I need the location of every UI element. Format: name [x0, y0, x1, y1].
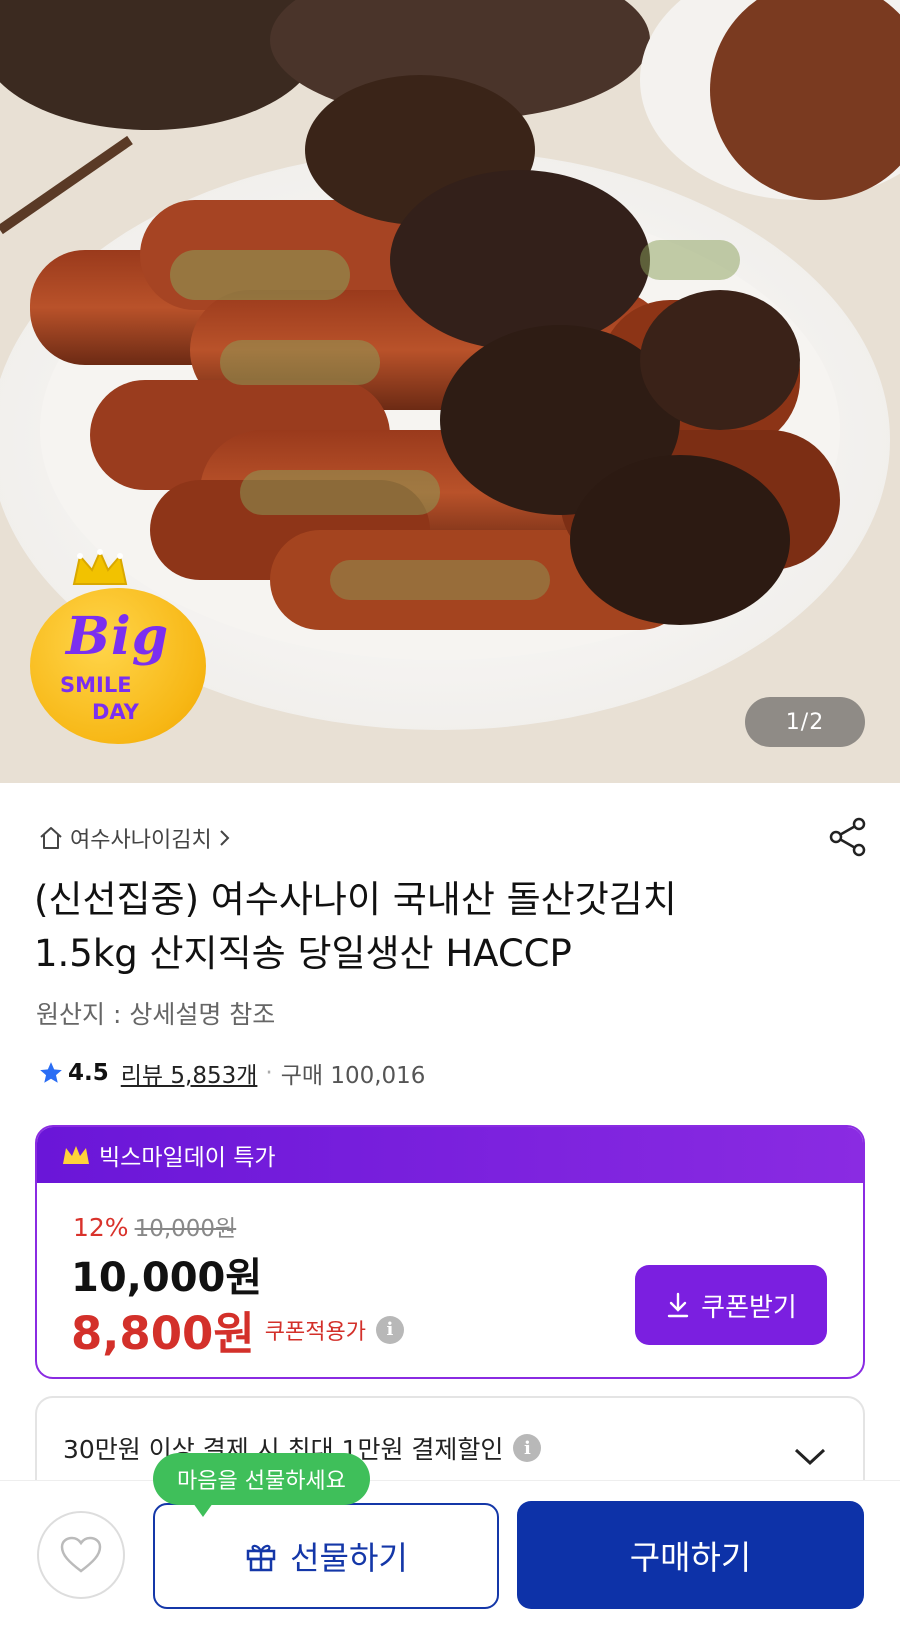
coupon-price-label: 쿠폰적용가: [264, 1319, 366, 1345]
coupon-price-row: 8,800원 쿠폰적용가 i: [71, 1297, 404, 1362]
original-price: 10,000원: [134, 1216, 237, 1242]
buy-button[interactable]: 구매하기: [517, 1501, 864, 1609]
chevron-right-icon: [219, 830, 230, 846]
product-origin: 원산지 : 상세설명 참조: [36, 1000, 276, 1029]
product-image[interactable]: Big SMILE DAY 1/2: [0, 0, 900, 783]
gift-button[interactable]: 선물하기: [153, 1503, 499, 1609]
store-name: 여수사나이김치: [70, 828, 212, 853]
gift-tooltip: 마음을 선물하세요: [153, 1453, 370, 1517]
star-icon: [40, 1062, 62, 1083]
info-icon[interactable]: i: [375, 1315, 404, 1344]
image-counter: 1/2: [745, 697, 865, 747]
deal-header: 빅스마일데이 특가: [37, 1127, 863, 1183]
big-smile-day-badge: Big SMILE DAY: [30, 548, 208, 748]
tooltip-tail: [193, 1503, 213, 1517]
crown-icon: [63, 1146, 89, 1164]
reviews-link[interactable]: 리뷰 5,853개: [121, 1056, 258, 1090]
get-coupon-button[interactable]: 쿠폰받기: [635, 1265, 827, 1345]
separator-dot: ·: [265, 1060, 273, 1086]
bottom-action-bar: 선물하기 구매하기: [0, 1480, 900, 1625]
badge-big-text: Big: [66, 606, 170, 667]
deal-header-label: 빅스마일데이 특가: [99, 1145, 276, 1171]
sale-price: 10,000원: [71, 1255, 263, 1301]
rating-score: 4.5: [68, 1060, 109, 1086]
share-icon: [829, 817, 866, 857]
home-icon: [40, 827, 62, 849]
info-icon[interactable]: i: [513, 1434, 542, 1462]
gift-button-label: 선물하기: [290, 1540, 408, 1576]
deal-box: 빅스마일데이 특가 12% 10,000원 10,000원 8,800원 쿠폰적…: [35, 1125, 865, 1379]
gift-tooltip-text: 마음을 선물하세요: [177, 1469, 346, 1494]
download-icon: [667, 1292, 689, 1318]
wishlist-button[interactable]: [37, 1511, 125, 1599]
discount-row: 12% 10,000원: [73, 1209, 236, 1243]
badge-smile-text: SMILE: [60, 673, 132, 697]
rating-row: 4.5 리뷰 5,853개 · 구매 100,016: [38, 1056, 425, 1090]
share-button[interactable]: [826, 815, 870, 863]
gift-icon: [246, 1544, 276, 1572]
product-title: (신선집중) 여수사나이 국내산 돌산갓김치 1.5kg 산지직송 당일생산 H…: [34, 873, 834, 981]
store-link[interactable]: 여수사나이김치: [38, 822, 232, 854]
get-coupon-label: 쿠폰받기: [701, 1291, 797, 1322]
badge-day-text: DAY: [92, 700, 139, 724]
product-title-line1: (신선집중) 여수사나이 국내산 돌산갓김치: [34, 878, 677, 921]
crown-icon: [72, 549, 128, 585]
heart-icon: [60, 1536, 102, 1573]
purchase-count: 구매 100,016: [280, 1063, 426, 1089]
product-title-line2: 1.5kg 산지직송 당일생산 HACCP: [34, 932, 572, 975]
coupon-price: 8,800원: [71, 1307, 255, 1360]
chevron-down-icon[interactable]: [793, 1446, 827, 1468]
discount-percent: 12%: [73, 1213, 129, 1242]
